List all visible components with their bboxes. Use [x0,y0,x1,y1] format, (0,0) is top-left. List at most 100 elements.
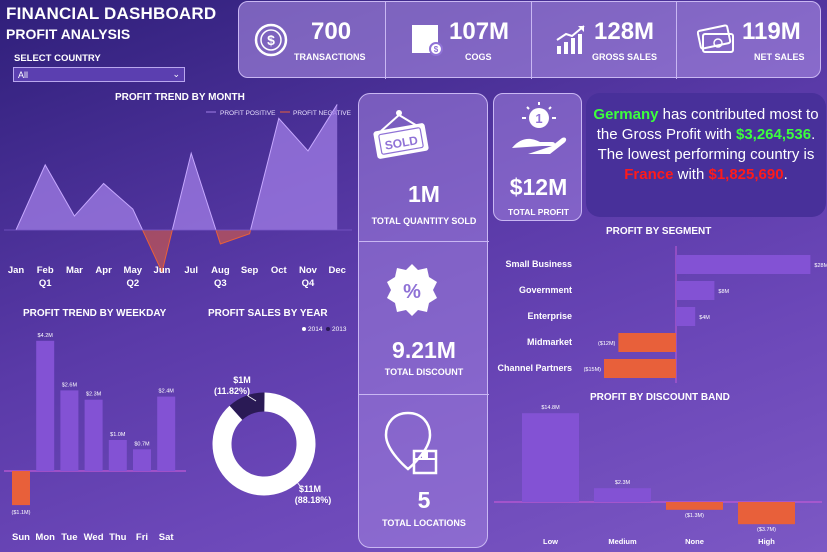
worst-country: France [624,166,674,183]
weekday-bar-chart: ($1.1M) Sun $4.2M Mon $2.6M Tue $2.3M Wed $1.0M T… [4,333,186,543]
month-label: Sep [241,265,259,276]
kpi-cogs-label: COGS [465,52,492,62]
percent-badge-icon: % [387,264,437,316]
segment-data-label: ($12M) [598,341,616,347]
divider [359,394,489,395]
coin-text: 1 [535,111,542,126]
weekday-bar [36,340,55,471]
qty-label: TOTAL QUANTITY SOLD [371,216,477,226]
donut-pct-2013: (11.82%) [214,386,250,396]
segment-data-label: $28M [814,263,827,269]
donut-pct-2014: (88.18%) [295,495,332,505]
kpi-net-sales-value: 119M [742,18,801,45]
weekday-label: Sun [12,532,30,543]
segment-data-label: $4M [699,315,710,321]
weekday-data-label: $2.6M [62,382,78,388]
weekday-data-label: $2.3M [86,392,102,398]
best-value: $3,264,536 [735,126,812,143]
segment-bar [676,281,715,300]
weekday-bar [84,399,103,471]
segment-bar [604,359,676,378]
country-select-value: All [18,69,29,80]
donut-label-2014: $11M [299,484,321,494]
worst-value: $1,825,690 [708,166,784,183]
best-country: Germany [593,106,659,123]
weekday-bar [157,396,176,471]
location-pin-icon [384,411,438,475]
month-label: Nov [299,265,318,276]
dollar-coin-icon: $ [254,23,288,57]
band-bar [594,488,651,502]
month-label: Aug [211,265,230,276]
insight-text-3: with [673,166,709,183]
discount-value: 9.21M [392,337,456,363]
country-select[interactable]: All ⌄ [13,67,185,82]
segment-bar [676,307,696,326]
month-label: Mar [66,265,83,276]
weekday-label: Thu [109,532,127,543]
legend-2013-dot [326,327,330,331]
svg-text:$: $ [267,32,275,48]
month-area-series [4,104,352,274]
segment-label: Government [519,285,572,295]
weekday-data-label: ($1.1M) [12,510,31,516]
weekday-bar [60,390,79,471]
insight-text-4: . [783,166,788,183]
segment-bar [618,333,676,352]
segment-label: Enterprise [527,311,572,321]
discount-label: TOTAL DISCOUNT [384,367,464,377]
year-donut-chart: 2014 2013 $1M(11.82%) $11M(88.18%) [212,326,347,505]
weekday-label: Sat [159,532,175,543]
month-label: Apr [95,265,112,276]
weekday-bar [108,440,127,471]
band-label: Low [543,537,558,546]
legend-2014: 2014 [308,326,323,333]
hand-coin-icon: 1 [512,102,567,154]
weekday-data-label: $2.4M [159,389,175,395]
month-label: Oct [271,265,288,276]
weekday-label: Tue [61,532,77,543]
band-data-label: ($1.3M) [685,513,704,519]
month-label: Jan [8,265,25,276]
month-label: May [124,265,143,276]
weekday-bar [12,471,30,506]
cash-icon [697,24,734,53]
month-label: Jun [154,265,171,276]
month-label: Dec [328,265,345,276]
dashboard-title: FINANCIAL DASHBOARD [6,4,217,23]
kpi-cogs: $ 107M COGS [386,2,532,79]
donut-label-2013: $1M [233,375,251,385]
svg-text:$: $ [434,45,439,54]
insight-card: Germany has contributed most to the Gros… [586,93,826,217]
month-label: Feb [37,265,54,276]
band-label: Medium [608,537,637,546]
weekday-data-label: $1.0M [110,432,126,438]
kpi-gross-sales-label: GROSS SALES [592,52,658,62]
locations-value: 5 [417,487,431,513]
kpi-net-sales-label: NET SALES [754,52,805,62]
weekday-label: Wed [84,532,104,543]
kpi-transactions-label: TRANSACTIONS [294,52,366,62]
qty-value: 1M [408,181,440,207]
band-bar [738,502,795,525]
segment-label: Channel Partners [497,363,572,373]
sold-sign-icon: SOLD [373,110,429,159]
segment-label: Small Business [505,259,572,269]
segment-bar [676,255,811,274]
band-label: None [685,537,704,546]
legend-positive: PROFIT POSITIVE [220,110,276,117]
country-filter-label: SELECT COUNTRY [14,53,101,64]
segment-bar-chart: $28M Small Business $8M Government $4M Enterp… [497,246,827,383]
segment-chart-title: PROFIT BY SEGMENT [606,226,712,237]
box-icon: $ [412,25,443,56]
weekday-data-label: $4.2M [38,333,54,339]
band-data-label: $2.3M [615,480,631,486]
month-label: Jul [184,265,198,276]
weekday-label: Mon [35,532,55,543]
svg-text:%: % [403,281,421,303]
band-label: High [758,537,775,546]
band-chart-title: PROFIT BY DISCOUNT BAND [590,392,730,403]
legend-2013: 2013 [332,326,347,333]
band-data-label: ($3.7M) [757,527,776,533]
legend-2014-dot [302,327,306,331]
